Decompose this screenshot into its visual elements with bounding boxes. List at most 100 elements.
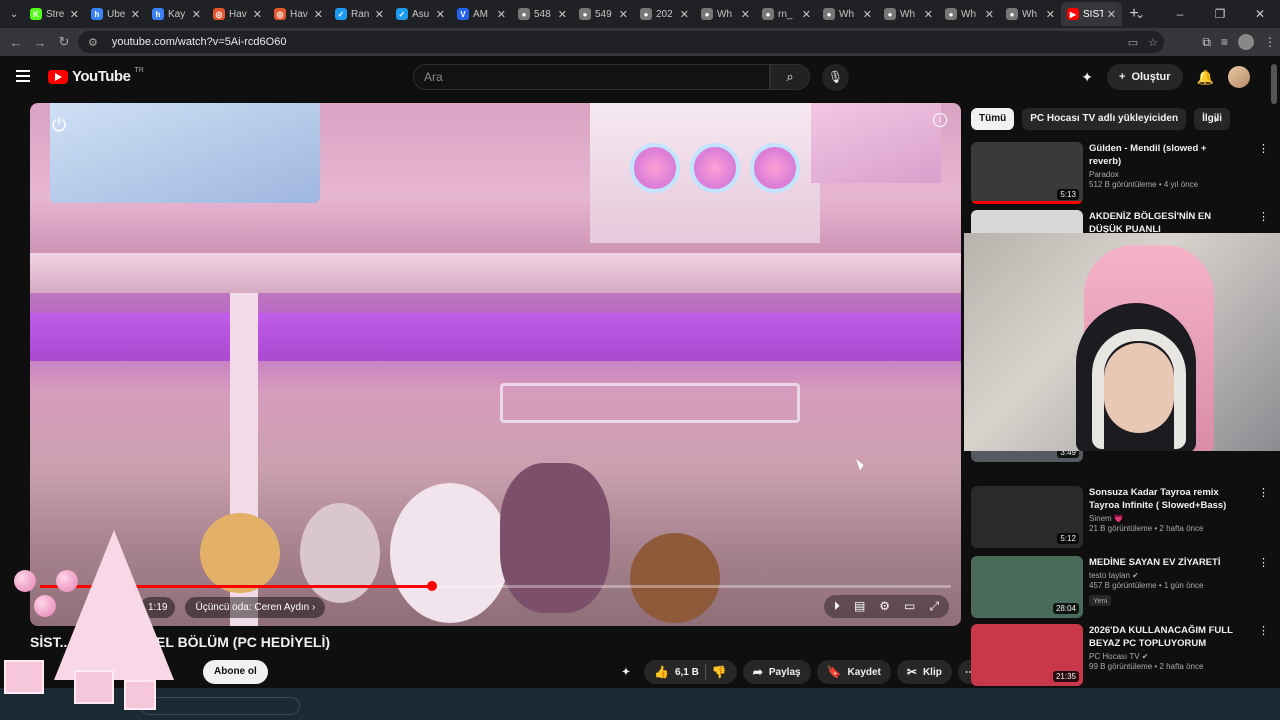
browser-tab[interactable]: ◎ Hav ✕ [268, 2, 329, 26]
theater-mode-icon[interactable]: ▭ [904, 599, 915, 614]
close-tab-icon[interactable]: ✕ [558, 8, 567, 21]
close-window-icon[interactable]: ✕ [1240, 0, 1280, 28]
channel-name[interactable]: PC Hocası TV ✔ [1089, 652, 1239, 661]
browser-tab[interactable]: ✓ Ran ✕ [329, 2, 390, 26]
browser-tab[interactable]: ✓ Asu ✕ [390, 2, 451, 26]
like-button[interactable]: 👍 6,1 B 👎 [644, 660, 737, 684]
sparkle-icon[interactable]: ✦ [1081, 69, 1093, 86]
video-title[interactable]: Gülden - Mendil (slowed + reverb) [1089, 142, 1239, 168]
browser-tab[interactable]: h Ube ✕ [85, 2, 146, 26]
omnibox[interactable]: ⚙ youtube.com/watch?v=5Ai-rcd6O60 ▭ ☆ [78, 31, 1164, 53]
close-tab-icon[interactable]: ✕ [375, 8, 384, 21]
close-tab-icon[interactable]: ✕ [863, 8, 872, 21]
youtube-logo[interactable]: YouTube TR [48, 67, 144, 85]
video-title[interactable]: MEDİNE SAYAN EV ZİYARETİ [1089, 556, 1239, 569]
browser-tab[interactable]: ● Wh ✕ [878, 2, 939, 26]
close-tab-icon[interactable]: ✕ [1107, 8, 1116, 21]
video-thumbnail[interactable]: 21:35 [971, 624, 1083, 686]
filter-chip[interactable]: İlgili [1194, 108, 1231, 130]
close-tab-icon[interactable]: ✕ [1046, 8, 1055, 21]
search-button[interactable]: ⌕ [770, 64, 810, 90]
autoplay-toggle-icon[interactable]: ⏵ [834, 599, 840, 614]
more-options-icon[interactable]: ⋮ [1258, 486, 1269, 499]
tab-search-button[interactable]: ⌄ [1120, 0, 1160, 28]
minimize-icon[interactable]: – [1160, 0, 1200, 28]
browser-tab[interactable]: ◎ Hav ✕ [207, 2, 268, 26]
search-input[interactable]: Ara [413, 64, 770, 90]
media-controls-icon[interactable]: ≡ [1221, 35, 1228, 49]
chapter-button[interactable]: Üçüncü oda: Ceren Aydın › [185, 597, 326, 618]
bookmark-star-icon[interactable]: ☆ [1148, 36, 1158, 49]
close-tab-icon[interactable]: ✕ [314, 8, 323, 21]
browser-tab[interactable]: ● Wh ✕ [939, 2, 1000, 26]
forward-icon[interactable]: → [28, 35, 52, 50]
browser-tab[interactable]: ● 549 ✕ [573, 2, 634, 26]
share-button[interactable]: ➦ Paylaş [742, 660, 811, 684]
close-tab-icon[interactable]: ✕ [924, 8, 933, 21]
cast-icon[interactable]: ▭ [1128, 36, 1138, 49]
close-tab-icon[interactable]: ✕ [253, 8, 262, 21]
filter-chip[interactable]: Tümü [971, 108, 1015, 130]
more-options-icon[interactable]: ⋮ [1258, 556, 1269, 569]
video-thumbnail[interactable]: 5:12 [971, 486, 1083, 548]
browser-tab[interactable]: K Stre ✕ [24, 2, 85, 26]
filter-chip[interactable]: PC Hocası TV adlı yükleyiciden [1022, 108, 1187, 130]
clip-button[interactable]: ✂ Klip [896, 660, 952, 684]
more-options-icon[interactable]: ⋮ [1258, 210, 1269, 223]
close-tab-icon[interactable]: ✕ [619, 8, 628, 21]
settings-gear-icon[interactable]: ⚙ [879, 599, 890, 614]
reload-icon[interactable]: ↻ [52, 34, 76, 50]
close-tab-icon[interactable]: ✕ [680, 8, 689, 21]
browser-tab[interactable]: ● Wh ✕ [817, 2, 878, 26]
browser-tab[interactable]: ● rn_ ✕ [756, 2, 817, 26]
recommended-video[interactable]: 21:35 2026'DA KULLANACAĞIM FULL BEYAZ PC … [971, 624, 1271, 688]
video-thumbnail[interactable]: 5:13 [971, 142, 1083, 204]
page-scrollbar[interactable] [1270, 64, 1278, 684]
browser-tab[interactable]: ● 202 ✕ [634, 2, 695, 26]
tab-search-icon[interactable]: ⌄ [4, 9, 24, 20]
channel-name[interactable]: testo taylan ✔ [1089, 571, 1239, 580]
subscribe-button[interactable]: Abone ol [203, 660, 268, 684]
recommended-video[interactable]: 28:04 MEDİNE SAYAN EV ZİYARETİ testo tayla… [971, 556, 1271, 620]
recommended-video[interactable]: 5:12 Sonsuza Kadar Tayroa remix Tayroa In… [971, 486, 1271, 550]
browser-tab[interactable]: ● Wh ✕ [695, 2, 756, 26]
close-tab-icon[interactable]: ✕ [741, 8, 750, 21]
channel-name[interactable]: Sinem 💗 [1089, 514, 1239, 523]
thumbs-down-icon[interactable]: 👎 [712, 665, 727, 679]
back-icon[interactable]: ← [4, 35, 28, 50]
extensions-icon[interactable]: ⧉ [1202, 35, 1211, 50]
chevron-right-icon[interactable]: › [1214, 112, 1218, 126]
notifications-bell-icon[interactable]: 🔔 [1197, 69, 1214, 86]
browser-tab[interactable]: h Kay ✕ [146, 2, 207, 26]
close-tab-icon[interactable]: ✕ [985, 8, 994, 21]
save-button[interactable]: 🔖 Kaydet [816, 660, 891, 684]
account-avatar[interactable] [1228, 66, 1250, 88]
channel-watermark-icon[interactable]: ⏻ [52, 115, 66, 136]
close-tab-icon[interactable]: ✕ [802, 8, 811, 21]
video-thumbnail[interactable]: 28:04 [971, 556, 1083, 618]
recommended-video[interactable]: 5:13 Gülden - Mendil (slowed + reverb) Par… [971, 142, 1271, 206]
channel-name[interactable]: Paradox [1089, 170, 1239, 179]
sparkle-icon[interactable]: ✦ [614, 660, 638, 684]
close-tab-icon[interactable]: ✕ [70, 8, 79, 21]
hamburger-menu-icon[interactable] [16, 70, 30, 82]
more-options-icon[interactable]: ⋮ [1258, 624, 1269, 637]
info-icon[interactable]: i [933, 113, 947, 127]
close-tab-icon[interactable]: ✕ [436, 8, 445, 21]
close-tab-icon[interactable]: ✕ [131, 8, 140, 21]
more-options-icon[interactable]: ⋮ [1258, 142, 1269, 155]
browser-menu-icon[interactable]: ⋮ [1264, 35, 1276, 49]
browser-tab[interactable]: V AM ✕ [451, 2, 512, 26]
browser-tab[interactable]: ▶ SİST ✕ [1061, 2, 1122, 26]
browser-tab[interactable]: ● 548 ✕ [512, 2, 573, 26]
scrollbar-thumb[interactable] [1271, 64, 1277, 104]
close-tab-icon[interactable]: ✕ [192, 8, 201, 21]
site-info-icon[interactable]: ⚙ [88, 36, 98, 49]
video-title[interactable]: 2026'DA KULLANACAĞIM FULL BEYAZ PC TOPLU… [1089, 624, 1239, 650]
subtitles-icon[interactable]: ▤ [854, 599, 865, 614]
close-tab-icon[interactable]: ✕ [497, 8, 506, 21]
progress-scrubber[interactable] [426, 581, 437, 591]
voice-search-button[interactable]: 🎙 [822, 64, 849, 91]
fullscreen-icon[interactable]: ⤢ [929, 599, 939, 614]
profile-avatar[interactable] [1238, 34, 1254, 50]
